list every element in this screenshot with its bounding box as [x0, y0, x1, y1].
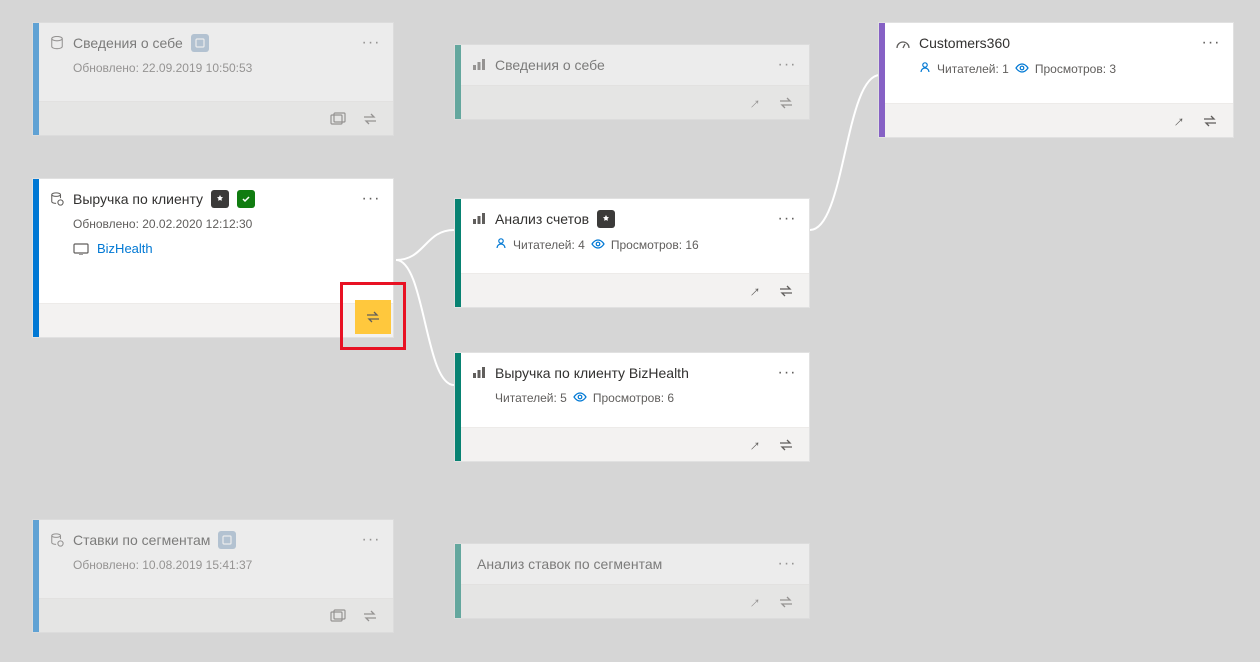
swap-icon[interactable] [361, 110, 379, 128]
updated-text: Обновлено: 22.09.2019 10:50:53 [49, 61, 381, 75]
card-footer: → [885, 103, 1233, 137]
card-title: Анализ счетов [495, 211, 589, 227]
updated-text: Обновлено: 10.08.2019 15:41:37 [49, 558, 381, 572]
card-title: Сведения о себе [495, 57, 605, 73]
database-link-icon [49, 191, 65, 207]
open-icon[interactable]: → [745, 436, 763, 454]
card-footer: → [461, 584, 809, 618]
card-footer: → [461, 273, 809, 307]
person-icon [495, 237, 507, 252]
card-title: Выручка по клиенту [73, 191, 203, 207]
open-icon[interactable]: → [745, 593, 763, 611]
views-label: Просмотров: 6 [593, 391, 674, 405]
more-button[interactable]: ··· [361, 189, 381, 209]
swap-icon[interactable] [1201, 112, 1219, 130]
more-button[interactable]: ··· [361, 33, 381, 53]
person-icon [919, 61, 931, 76]
badge-icon [191, 34, 209, 52]
card-title: Customers360 [919, 35, 1010, 51]
more-button[interactable]: ··· [777, 363, 797, 383]
badge-icon [218, 531, 236, 549]
card-dataset-vyruchka[interactable]: Выручка по клиенту ··· Обновлено: 20.02.… [32, 178, 394, 338]
card-report-vyruchka-bizhealth[interactable]: Выручка по клиенту BizHealth ··· Читател… [454, 352, 810, 462]
views-label: Просмотров: 16 [611, 238, 699, 252]
bar-chart-icon [471, 57, 487, 73]
open-icon[interactable]: → [1169, 112, 1187, 130]
open-icon[interactable]: → [745, 94, 763, 112]
more-button[interactable]: ··· [1201, 33, 1221, 53]
card-dataset-stavki[interactable]: Ставки по сегментам ··· Обновлено: 10.08… [32, 519, 394, 633]
card-footer [39, 101, 393, 135]
eye-icon [1015, 62, 1029, 76]
card-footer: → [461, 85, 809, 119]
card-dashboard-customers360[interactable]: Customers360 ··· Читателей: 1 Просмотров… [878, 22, 1234, 138]
swap-icon[interactable] [361, 607, 379, 625]
readers-label: Читателей: 5 [495, 391, 567, 405]
card-footer: → [461, 427, 809, 461]
bar-chart-icon [471, 211, 487, 227]
open-icon[interactable]: → [745, 282, 763, 300]
database-icon [49, 35, 65, 51]
card-report-analiz-stavok[interactable]: Анализ ставок по сегментам ··· → [454, 543, 810, 619]
updated-text: Обновлено: 20.02.2020 12:12:30 [49, 217, 381, 231]
more-button[interactable]: ··· [777, 554, 797, 574]
swap-button-highlighted[interactable] [355, 300, 391, 334]
badge-certified-icon [211, 190, 229, 208]
more-button[interactable]: ··· [361, 530, 381, 550]
card-footer [39, 598, 393, 632]
card-title: Ставки по сегментам [73, 532, 210, 548]
badge-certified-icon [597, 210, 615, 228]
card-report-svedeniya[interactable]: Сведения о себе ··· → [454, 44, 810, 120]
swap-icon[interactable] [777, 282, 795, 300]
swap-icon[interactable] [777, 436, 795, 454]
workspace-link[interactable]: BizHealth [49, 241, 381, 256]
more-button[interactable]: ··· [777, 55, 797, 75]
eye-icon [591, 238, 605, 252]
views-label: Просмотров: 3 [1035, 62, 1116, 76]
bar-chart-icon [471, 365, 487, 381]
card-title: Сведения о себе [73, 35, 183, 51]
gauge-icon [895, 35, 911, 51]
card-title: Выручка по клиенту BizHealth [495, 365, 689, 381]
more-button[interactable]: ··· [777, 209, 797, 229]
database-link-icon [49, 532, 65, 548]
badge-endorsed-icon [237, 190, 255, 208]
card-footer [39, 303, 393, 337]
cards-icon[interactable] [329, 607, 347, 625]
swap-icon[interactable] [777, 94, 795, 112]
cards-icon[interactable] [329, 110, 347, 128]
card-dataset-svedeniya[interactable]: Сведения о себе ··· Обновлено: 22.09.201… [32, 22, 394, 136]
card-report-analiz-schetov[interactable]: Анализ счетов ··· Читателей: 4 Просмотро… [454, 198, 810, 308]
readers-label: Читателей: 4 [513, 238, 585, 252]
readers-label: Читателей: 1 [937, 62, 1009, 76]
card-title: Анализ ставок по сегментам [471, 556, 662, 572]
swap-icon[interactable] [777, 593, 795, 611]
workspace-name: BizHealth [97, 241, 153, 256]
eye-icon [573, 391, 587, 405]
